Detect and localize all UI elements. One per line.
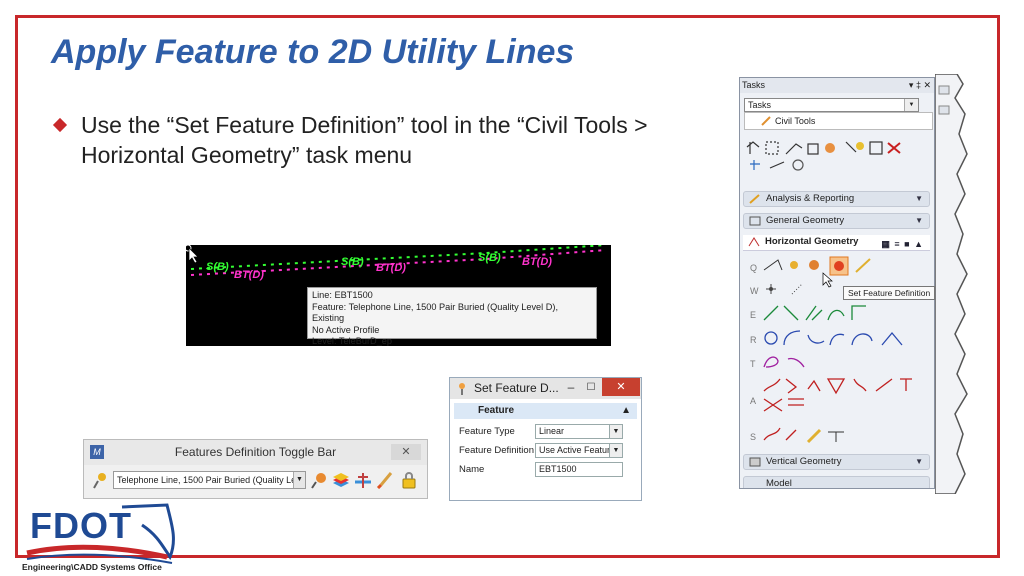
bullet-diamond-icon <box>52 117 68 133</box>
name-input[interactable]: EBT1500 <box>535 462 623 477</box>
feature-definition-select[interactable]: Use Active Feature ▼ <box>535 443 623 458</box>
row-letter: T <box>750 359 756 369</box>
fdot-logo: FDOT <box>22 495 187 565</box>
torn-edge-decoration <box>935 74 968 494</box>
tasks-header[interactable]: Tasks ▾ ‡ ✕ <box>740 78 934 93</box>
line-tools-row[interactable] <box>762 302 902 324</box>
civil-tools-item[interactable]: Civil Tools <box>744 112 933 130</box>
general-geometry-icon <box>749 216 761 226</box>
feature-group-label: Feature <box>478 405 515 416</box>
vertical-geometry-icon <box>749 457 761 467</box>
logo-subtitle: Engineering\CADD Systems Office <box>22 562 162 572</box>
map-label: BT(D) <box>376 262 406 274</box>
civil-tools-icons[interactable] <box>746 138 928 178</box>
chevron-down-icon[interactable]: ▼ <box>904 99 918 111</box>
row-letter: R <box>750 335 757 345</box>
row-letter: E <box>750 310 757 320</box>
mouse-pointer-icon <box>186 245 199 263</box>
dialog-title: Set Feature D... <box>474 381 559 395</box>
chevron-down-icon[interactable]: ▼ <box>609 444 622 457</box>
tooltip-line: Line: EBT1500 <box>312 290 373 300</box>
microstation-app-icon: M <box>90 445 104 459</box>
profile-template-icon[interactable] <box>354 471 372 489</box>
point-tools-row[interactable] <box>762 278 822 300</box>
brush-icon[interactable] <box>376 471 394 489</box>
minimize-button[interactable]: – <box>563 378 579 396</box>
analysis-icon <box>749 194 760 204</box>
bullet-item: Use the “Set Feature Definition” tool in… <box>52 110 705 170</box>
feature-group-header[interactable]: Feature ▲ <box>454 403 637 419</box>
feature-type-label: Feature Type <box>459 426 515 437</box>
mouse-pointer-icon <box>822 272 833 288</box>
feature-definition-label: Feature Definition <box>459 445 534 456</box>
toggle-bar-titlebar[interactable]: M Features Definition Toggle Bar ✕ <box>84 440 427 465</box>
layers-icon[interactable] <box>332 471 350 489</box>
element-info-tooltip: Line: EBT1500 Feature: Telephone Line, 1… <box>307 287 597 346</box>
tooltip-profile: No Active Profile <box>312 324 380 335</box>
tasks-panel: Tasks ▾ ‡ ✕ Tasks ▼ Civil Tools Analysis … <box>739 77 935 489</box>
close-button[interactable]: ✕ <box>391 444 421 460</box>
feature-definition-row: Feature Definition Use Active Feature ▼ <box>450 442 641 461</box>
complex-tools-row[interactable] <box>762 375 932 417</box>
arc-tools-row[interactable] <box>762 327 922 349</box>
vertical-geometry-group[interactable]: Vertical Geometry ▼ <box>743 454 930 470</box>
horizontal-geometry-group[interactable]: Horizontal Geometry ▦ ≡ ■ ▲ <box>743 235 930 251</box>
map-label: S(B) <box>478 252 501 264</box>
map-label: BT(D) <box>522 256 552 268</box>
spiral-tools-row[interactable] <box>762 351 822 373</box>
analysis-reporting-group[interactable]: Analysis & Reporting ▼ <box>743 191 930 207</box>
map-view[interactable]: S(B) BT(D) S(B) BT(D) S(B) BT(D) Line: E… <box>186 245 611 346</box>
row-letter: S <box>750 432 757 442</box>
chevron-up-icon[interactable]: ▲ <box>621 403 631 419</box>
name-row: Name EBT1500 <box>450 461 641 480</box>
map-label: BT(D) <box>234 269 264 281</box>
tooltip-feature: Feature: Telephone Line, 1500 Pair Burie… <box>312 301 558 324</box>
feature-tool-icon <box>459 383 465 395</box>
paint-feature-icon[interactable] <box>310 471 328 489</box>
chevron-down-icon[interactable]: ▼ <box>915 214 923 228</box>
tasks-combo[interactable]: Tasks ▼ <box>744 98 919 112</box>
map-label: S(B) <box>206 261 229 273</box>
general-geometry-group[interactable]: General Geometry ▼ <box>743 213 930 229</box>
set-feature-definition-dialog: Set Feature D... – ☐ ✕ Feature ▲ Feature… <box>449 377 642 501</box>
horizontal-geometry-icon <box>748 237 760 247</box>
row-letter: Q <box>750 263 758 273</box>
feature-definition-combo[interactable]: Telephone Line, 1500 Pair Buried (Qualit… <box>113 471 306 489</box>
model-group[interactable]: Model <box>743 476 930 488</box>
row-letter: W <box>750 286 759 296</box>
toggle-bar-title: Features Definition Toggle Bar <box>174 445 337 459</box>
view-mode-icons[interactable]: ▦ ≡ ■ ▲ <box>881 237 924 251</box>
chevron-down-icon[interactable]: ▼ <box>609 425 622 438</box>
civil-tools-icon <box>761 116 771 126</box>
bullet-text: Use the “Set Feature Definition” tool in… <box>81 112 648 168</box>
tooltip-level: Level: TeleBurD_ep <box>312 336 393 346</box>
features-definition-toggle-bar: M Features Definition Toggle Bar ✕ Telep… <box>83 439 428 499</box>
set-feature-definition-tooltip: Set Feature Definition <box>843 286 936 300</box>
map-label: S(B) <box>341 256 364 268</box>
panel-controls[interactable]: ▾ ‡ ✕ <box>909 78 931 93</box>
chevron-down-icon[interactable]: ▼ <box>915 455 923 469</box>
maximize-button[interactable]: ☐ <box>584 381 598 395</box>
feature-type-row: Feature Type Linear ▼ <box>450 423 641 442</box>
close-button[interactable]: ✕ <box>602 378 640 396</box>
dialog-titlebar[interactable]: Set Feature D... – ☐ ✕ <box>450 378 641 399</box>
feature-type-select[interactable]: Linear ▼ <box>535 424 623 439</box>
lock-icon[interactable] <box>400 471 418 489</box>
subentity-tools-row[interactable] <box>762 424 852 446</box>
slide-title: Apply Feature to 2D Utility Lines <box>51 33 575 71</box>
logo-text: FDOT <box>30 505 132 546</box>
row-letter: A <box>750 396 757 406</box>
feature-definition-icon[interactable] <box>91 471 109 489</box>
chevron-down-icon[interactable]: ▼ <box>293 472 305 488</box>
chevron-down-icon[interactable]: ▼ <box>915 192 923 206</box>
name-label: Name <box>459 464 485 475</box>
